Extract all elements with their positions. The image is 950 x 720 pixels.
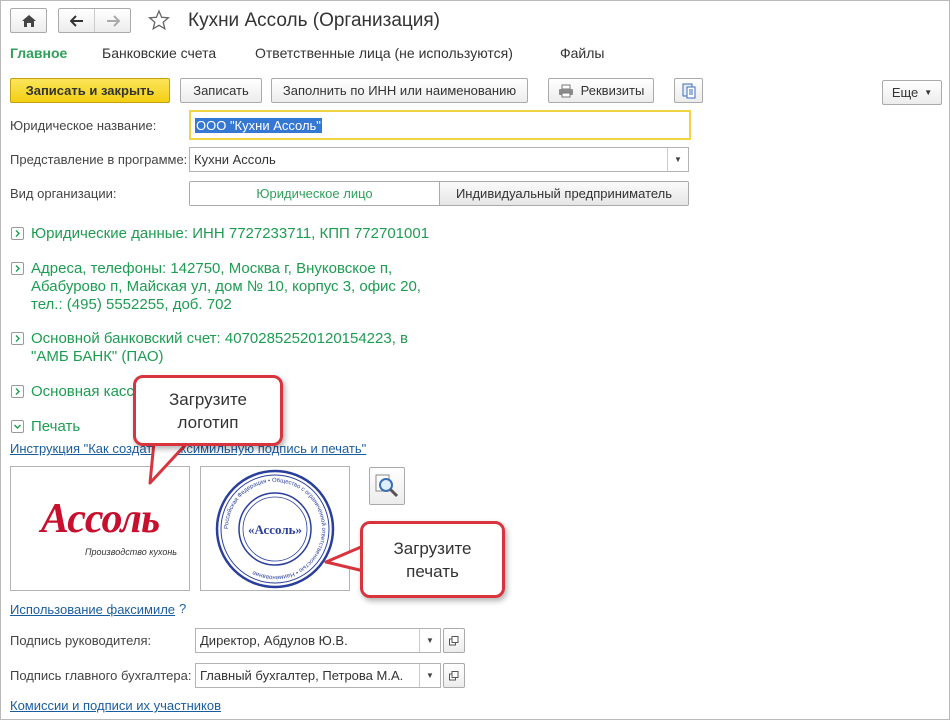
callout-logo-line2: логотип (177, 412, 239, 432)
facsimile-link[interactable]: Использование факсимиле (10, 602, 175, 617)
back-arrow-icon[interactable] (59, 9, 95, 32)
requisites-button[interactable]: Реквизиты (548, 78, 654, 103)
more-label: Еще (891, 85, 919, 100)
star-icon[interactable] (148, 9, 170, 31)
stamp-center-text: «Ассоль» (248, 522, 302, 537)
accountant-signature-input[interactable]: Главный бухгалтер, Петрова М.А. ▼ (195, 663, 441, 688)
tab-responsible-persons[interactable]: Ответственные лица (не используются) (255, 45, 513, 61)
more-button[interactable]: Еще ▼ (882, 80, 942, 105)
org-type-legal-entity[interactable]: Юридическое лицо (190, 182, 440, 205)
open-director-button[interactable] (443, 628, 465, 653)
legal-name-input[interactable]: ООО "Кухни Ассоль" (189, 110, 691, 140)
callout-logo-tail (148, 440, 190, 485)
org-type-switch: Юридическое лицо Индивидуальный предприн… (189, 181, 689, 206)
dropdown-arrow-icon[interactable]: ▼ (419, 664, 440, 687)
director-signature-value: Директор, Абдулов Ю.В. (200, 633, 348, 648)
open-accountant-button[interactable] (443, 663, 465, 688)
fill-by-inn-button[interactable]: Заполнить по ИНН или наименованию (271, 78, 528, 103)
view-stamp-button[interactable] (369, 467, 405, 505)
magnifier-icon (375, 474, 399, 498)
display-name-input[interactable]: Кухни Ассоль ▼ (189, 147, 689, 172)
nav-back-forward (58, 8, 131, 33)
display-name-label: Представление в программе: (10, 152, 188, 167)
home-button[interactable] (10, 8, 47, 33)
requisites-label: Реквизиты (580, 83, 645, 98)
callout-upload-logo: Загрузите логотип (133, 375, 283, 446)
dropdown-arrow-icon[interactable]: ▼ (667, 148, 688, 171)
legal-name-label: Юридическое название: (10, 118, 157, 133)
help-icon[interactable]: ? (179, 601, 186, 616)
callout-logo-line1: Загрузите (168, 389, 248, 409)
collapse-print-icon[interactable] (11, 420, 24, 433)
dropdown-arrow-icon[interactable]: ▼ (419, 629, 440, 652)
logo-brand: Ассоль (40, 496, 160, 542)
section-print[interactable]: Печать (31, 418, 80, 435)
logo-tagline: Производство кухонь (85, 547, 178, 557)
expand-legal-icon[interactable] (11, 227, 24, 240)
printer-icon (558, 84, 573, 97)
section-legal-data[interactable]: Юридические данные: ИНН 7727233711, КПП … (31, 225, 429, 242)
commissions-link[interactable]: Комиссии и подписи их участников (10, 698, 221, 713)
section-cashbox[interactable]: Основная касса (31, 383, 142, 400)
org-type-label: Вид организации: (10, 186, 117, 201)
section-address-line1[interactable]: Адреса, телефоны: 142750, Москва г, Внук… (31, 260, 392, 277)
callout-stamp-line2: печать (406, 561, 459, 581)
tab-files[interactable]: Файлы (560, 45, 604, 61)
section-address-line2[interactable]: Абабурово п, Майская ул, дом № 10, корпу… (31, 278, 421, 295)
save-and-close-button[interactable]: Записать и закрыть (10, 78, 170, 103)
expand-address-icon[interactable] (11, 262, 24, 275)
org-type-entrepreneur[interactable]: Индивидуальный предприниматель (440, 182, 688, 205)
open-icon (449, 635, 459, 645)
director-signature-label: Подпись руководителя: (10, 633, 152, 648)
document-report-icon (682, 83, 695, 98)
display-name-value: Кухни Ассоль (194, 152, 276, 167)
expand-cashbox-icon[interactable] (11, 385, 24, 398)
forward-arrow-icon[interactable] (95, 9, 130, 32)
legal-name-value: ООО "Кухни Ассоль" (195, 117, 322, 133)
callout-upload-stamp: Загрузите печать (360, 521, 505, 598)
director-signature-input[interactable]: Директор, Абдулов Ю.В. ▼ (195, 628, 441, 653)
section-address-line3[interactable]: тел.: (495) 5552255, доб. 702 (31, 296, 232, 313)
attachment-report-button[interactable] (674, 78, 703, 103)
section-bank-line1[interactable]: Основной банковский счет: 40702852520120… (31, 330, 408, 347)
tab-main[interactable]: Главное (10, 45, 67, 61)
section-bank-line2[interactable]: "АМБ БАНК" (ПАО) (31, 348, 164, 365)
expand-bank-icon[interactable] (11, 332, 24, 345)
window-title: Кухни Ассоль (Организация) (188, 10, 441, 31)
accountant-signature-value: Главный бухгалтер, Петрова М.А. (200, 668, 404, 683)
open-icon (449, 670, 459, 680)
callout-stamp-line1: Загрузите (393, 538, 472, 558)
accountant-signature-label: Подпись главного бухгалтера: (10, 668, 192, 683)
home-icon (21, 14, 36, 27)
dropdown-arrow-icon: ▼ (924, 88, 933, 97)
tab-bank-accounts[interactable]: Банковские счета (102, 45, 216, 61)
save-button[interactable]: Записать (180, 78, 262, 103)
